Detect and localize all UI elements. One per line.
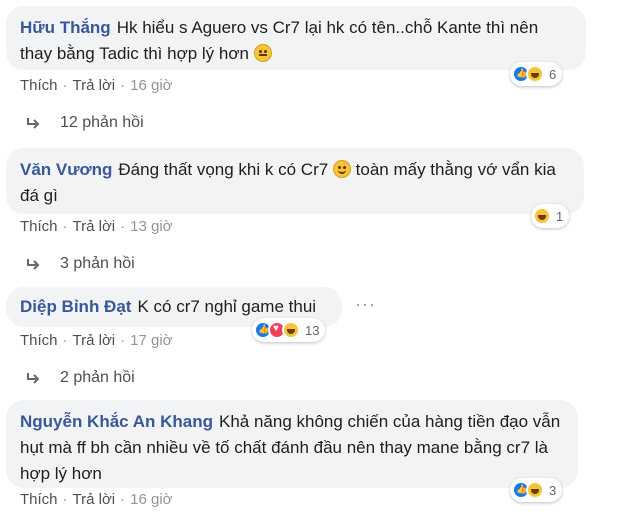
comment-bubble: Hữu Thắng Hk hiểu s Aguero vs Cr7 lại hk …	[6, 6, 586, 70]
like-link[interactable]: Thích	[20, 77, 58, 94]
separator-dot: ·	[62, 218, 68, 235]
separator-dot: ·	[120, 332, 126, 349]
reply-link[interactable]: Trả lời	[73, 491, 116, 508]
separator-dot: ·	[120, 218, 126, 235]
haha-reaction-icon	[282, 321, 300, 339]
replies-count: 2 phản hồi	[60, 369, 135, 386]
comment-time[interactable]: 16 giờ	[130, 77, 172, 94]
reply-link[interactable]: Trả lời	[73, 218, 116, 235]
reaction-count: 3	[549, 482, 557, 498]
reaction-count: 1	[556, 208, 564, 224]
view-replies-link[interactable]: 12 phản hồi	[26, 114, 144, 132]
comment-author[interactable]: Nguyễn Khắc An Khang	[20, 412, 213, 431]
more-options-icon[interactable]: ···	[355, 294, 376, 315]
like-link[interactable]: Thích	[20, 218, 58, 235]
comment-text: Đáng thất vọng khi k có Cr7	[118, 160, 329, 179]
separator-dot: ·	[62, 77, 68, 94]
separator-dot: ·	[120, 491, 126, 508]
separator-dot: ·	[120, 77, 126, 94]
comment-time[interactable]: 16 giờ	[130, 491, 172, 508]
comment-author[interactable]: Văn Vương	[20, 160, 112, 179]
reply-arrow-icon	[27, 259, 40, 270]
expressionless-emoji-icon	[253, 44, 272, 62]
replies-count: 12 phản hồi	[60, 114, 144, 131]
separator-dot: ·	[62, 491, 68, 508]
comment-actions: Thích · Trả lời · 16 giờ	[20, 77, 173, 94]
reaction-summary[interactable]: 1	[531, 204, 570, 228]
reply-arrow-icon	[27, 373, 40, 384]
like-link[interactable]: Thích	[20, 491, 58, 508]
comment-text: K có cr7 nghỉ game thui	[137, 297, 317, 316]
replies-count: 3 phản hồi	[60, 255, 135, 272]
reaction-count: 6	[549, 66, 557, 82]
like-link[interactable]: Thích	[20, 332, 58, 349]
haha-reaction-icon	[533, 207, 551, 225]
comment-actions: Thích · Trả lời · 16 giờ	[20, 491, 173, 508]
reply-arrow-icon	[27, 118, 40, 129]
comment-bubble: Nguyễn Khắc An Khang Khả năng không chiến…	[6, 400, 578, 488]
comment-actions: Thích · Trả lời · 17 giờ	[20, 332, 173, 349]
comment-author[interactable]: Diệp Bỉnh Đạt	[20, 297, 131, 316]
view-replies-link[interactable]: 2 phản hồi	[26, 369, 135, 387]
comment-actions: Thích · Trả lời · 13 giờ	[20, 218, 173, 235]
reply-link[interactable]: Trả lời	[73, 77, 116, 94]
haha-reaction-icon	[526, 481, 544, 499]
smiley-emoji-icon	[332, 160, 351, 178]
separator-dot: ·	[62, 332, 68, 349]
haha-reaction-icon	[526, 65, 544, 83]
reaction-summary[interactable]: 3	[510, 478, 563, 502]
view-replies-link[interactable]: 3 phản hồi	[26, 255, 135, 273]
comment-author[interactable]: Hữu Thắng	[20, 18, 111, 37]
reaction-count: 13	[305, 322, 320, 338]
reaction-summary[interactable]: 6	[510, 62, 563, 86]
comment-bubble: Văn Vương Đáng thất vọng khi k có Cr7 toà…	[6, 148, 584, 214]
comment-time[interactable]: 17 giờ	[130, 332, 172, 349]
reply-link[interactable]: Trả lời	[73, 332, 116, 349]
comment-time[interactable]: 13 giờ	[130, 218, 172, 235]
reaction-summary[interactable]: 13	[252, 318, 326, 342]
